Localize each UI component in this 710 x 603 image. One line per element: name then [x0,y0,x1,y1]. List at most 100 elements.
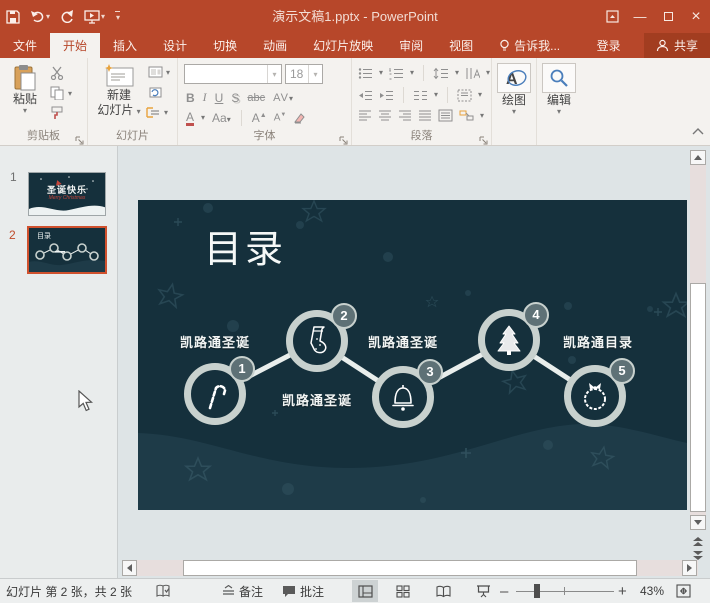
zoom-in-button[interactable]: + [618,579,627,603]
slide-1-thumbnail[interactable]: 圣诞快乐 Merry Christmas [28,172,106,216]
drawing-button[interactable]: A 绘图 ▾ [497,63,531,116]
paste-button[interactable]: 粘贴 ▾ [6,64,44,115]
change-case-button[interactable]: Aa▾ [212,111,231,125]
normal-view-button[interactable] [352,580,378,602]
smartart-convert-icon[interactable] [459,109,474,122]
font-color-button[interactable]: A [186,111,194,126]
close-button[interactable]: × [682,0,710,33]
reading-view-button[interactable] [430,580,456,602]
fit-slide-to-window-button[interactable] [676,579,691,603]
character-spacing-button[interactable]: AV▾ [273,92,294,104]
shrink-font-button[interactable]: A▼ [274,112,287,123]
font-size-dropdown-icon[interactable]: ▾ [308,65,322,83]
columns-icon[interactable] [413,89,428,102]
font-name-combobox[interactable]: ▾ [184,64,282,84]
copy-icon[interactable] [50,86,64,100]
line-spacing-dropdown-icon[interactable]: ▾ [455,69,459,77]
text-direction-dropdown-icon[interactable]: ▾ [486,69,490,77]
scroll-up-button[interactable] [690,150,706,165]
copy-dropdown-icon[interactable]: ▾ [68,90,72,98]
tab-design[interactable]: 设计 [150,33,200,58]
align-text-dropdown-icon[interactable]: ▾ [478,91,482,99]
paste-icon [13,64,37,92]
tab-insert[interactable]: 插入 [100,33,150,58]
group-clipboard: 粘贴 ▾ ▾ 剪贴板 [0,58,88,145]
node-1-label[interactable]: 凯路通圣诞 [160,332,270,351]
ribbon-display-options-icon[interactable] [598,0,626,33]
align-center-icon[interactable] [378,109,392,122]
numbering-dropdown-icon[interactable]: ▾ [410,69,414,77]
node-3-label[interactable]: 凯路通圣诞 [348,332,458,351]
slide-canvas[interactable]: 目录 1 2 3 [138,200,687,510]
section-icon[interactable] [146,106,161,119]
line-spacing-icon[interactable] [433,67,449,80]
tab-file[interactable]: 文件 [0,33,50,58]
minimize-button[interactable]: — [626,0,654,33]
paragraph-dialog-launcher-icon[interactable] [479,132,488,141]
group-drawing: A 绘图 ▾ [492,58,537,145]
italic-button[interactable]: I [203,90,207,105]
node-2-label[interactable]: 凯路通圣诞 [262,390,372,409]
align-left-icon[interactable] [358,109,372,122]
slideshow-view-button[interactable] [470,580,496,602]
node-5-label[interactable]: 凯路通目录 [543,332,653,351]
zoom-slider-track[interactable] [516,591,614,592]
text-shadow-button[interactable]: S [231,91,239,105]
tab-view[interactable]: 视图 [436,33,486,58]
sign-in-link[interactable]: 登录 [584,33,634,58]
vertical-scrollbar-thumb[interactable] [690,283,706,512]
slide-sorter-view-button[interactable] [390,580,416,602]
font-color-dropdown-icon[interactable]: ▾ [201,114,205,122]
reset-slide-icon[interactable] [148,86,163,99]
underline-button[interactable]: U [215,91,224,105]
columns-dropdown-icon[interactable]: ▾ [434,91,438,99]
spell-check-icon[interactable] [156,579,171,603]
align-right-icon[interactable] [398,109,412,122]
strikethrough-button[interactable]: abc [247,92,265,104]
drawing-label: 绘图 [502,93,526,108]
tab-animations[interactable]: 动画 [250,33,300,58]
tab-transitions[interactable]: 切换 [200,33,250,58]
scroll-down-button[interactable] [690,515,706,530]
zoom-slider-thumb[interactable] [534,584,540,598]
tab-home[interactable]: 开始 [50,33,100,58]
align-text-icon[interactable] [457,89,472,102]
layout-icon[interactable] [148,66,163,78]
new-slide-button[interactable]: 新建 幻灯片 ▾ [96,64,142,118]
tab-review[interactable]: 审阅 [386,33,436,58]
distribute-icon[interactable] [438,109,453,122]
clipboard-dialog-launcher-icon[interactable] [75,132,84,141]
notes-toggle[interactable]: 备注 [222,579,263,603]
format-painter-icon[interactable] [50,106,64,120]
text-direction-icon[interactable] [465,67,480,80]
font-name-dropdown-icon[interactable]: ▾ [267,65,281,83]
font-dialog-launcher-icon[interactable] [339,132,348,141]
grow-font-button[interactable]: A▲ [252,111,267,125]
bullets-icon[interactable] [358,67,373,80]
smartart-dropdown-icon[interactable]: ▾ [480,112,484,120]
tab-tell-me[interactable]: 告诉我... [486,33,573,58]
comments-toggle[interactable]: 批注 [282,579,324,603]
scroll-right-button[interactable] [682,560,697,576]
increase-indent-icon[interactable] [379,89,394,102]
slide-2-thumbnail[interactable]: 目录 [27,226,107,274]
decrease-indent-icon[interactable] [358,89,373,102]
bullets-dropdown-icon[interactable]: ▾ [379,69,383,77]
bold-button[interactable]: B [186,91,195,105]
zoom-level[interactable]: 43% [640,579,664,603]
share-button[interactable]: 共享 [644,33,710,58]
font-size-combobox[interactable]: 18 ▾ [285,64,323,84]
cut-icon[interactable] [50,66,64,80]
horizontal-scrollbar-thumb[interactable] [183,560,637,576]
maximize-button[interactable] [654,0,682,33]
justify-icon[interactable] [418,109,432,122]
collapse-ribbon-icon[interactable] [691,123,705,141]
editing-button[interactable]: 编辑 ▾ [542,63,576,116]
clear-formatting-icon[interactable] [293,112,306,124]
zoom-out-button[interactable]: – [500,579,508,603]
tab-slideshow[interactable]: 幻灯片放映 [300,33,386,58]
section-dropdown-icon[interactable]: ▾ [164,109,168,117]
scroll-left-button[interactable] [122,560,137,576]
layout-dropdown-icon[interactable]: ▾ [166,69,170,77]
numbering-icon[interactable] [389,67,404,80]
